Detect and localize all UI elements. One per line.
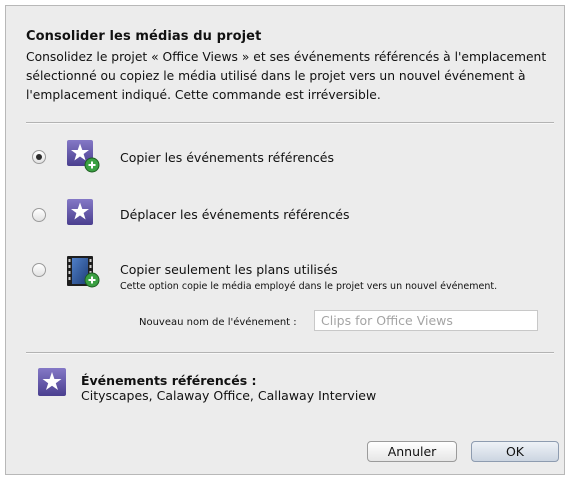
dialog-description: Consolidez le projet « Office Views » et… (26, 50, 547, 102)
option-label-move-referenced[interactable]: Déplacer les événements référencés (120, 207, 349, 222)
consolidate-dialog: Consolider les médias du projet Consolid… (5, 5, 565, 475)
new-event-name-field[interactable] (314, 310, 538, 331)
radio-copy-used-clips[interactable] (32, 263, 46, 277)
new-event-name-label: Nouveau nom de l'événement : (139, 317, 297, 328)
star-plus-icon (67, 140, 100, 173)
option-sublabel: Cette option copie le média employé dans… (120, 281, 498, 292)
film-plus-icon (67, 256, 100, 288)
dialog-title: Consolider les médias du projet (26, 29, 262, 44)
divider (26, 352, 554, 354)
radio-move-referenced[interactable] (32, 208, 46, 222)
star-icon (38, 368, 66, 396)
divider (26, 122, 554, 124)
cancel-button[interactable]: Annuler (367, 441, 457, 462)
star-icon (67, 199, 93, 225)
referenced-events-list: Cityscapes, Calaway Office, Callaway Int… (81, 388, 377, 403)
option-label-copy-referenced[interactable]: Copier les événements référencés (120, 150, 334, 165)
option-label-copy-used-clips[interactable]: Copier seulement les plans utilisés (120, 262, 338, 277)
referenced-events-title: Événements référencés : (81, 373, 257, 388)
ok-button[interactable]: OK (471, 441, 559, 462)
radio-copy-referenced[interactable] (32, 150, 46, 164)
